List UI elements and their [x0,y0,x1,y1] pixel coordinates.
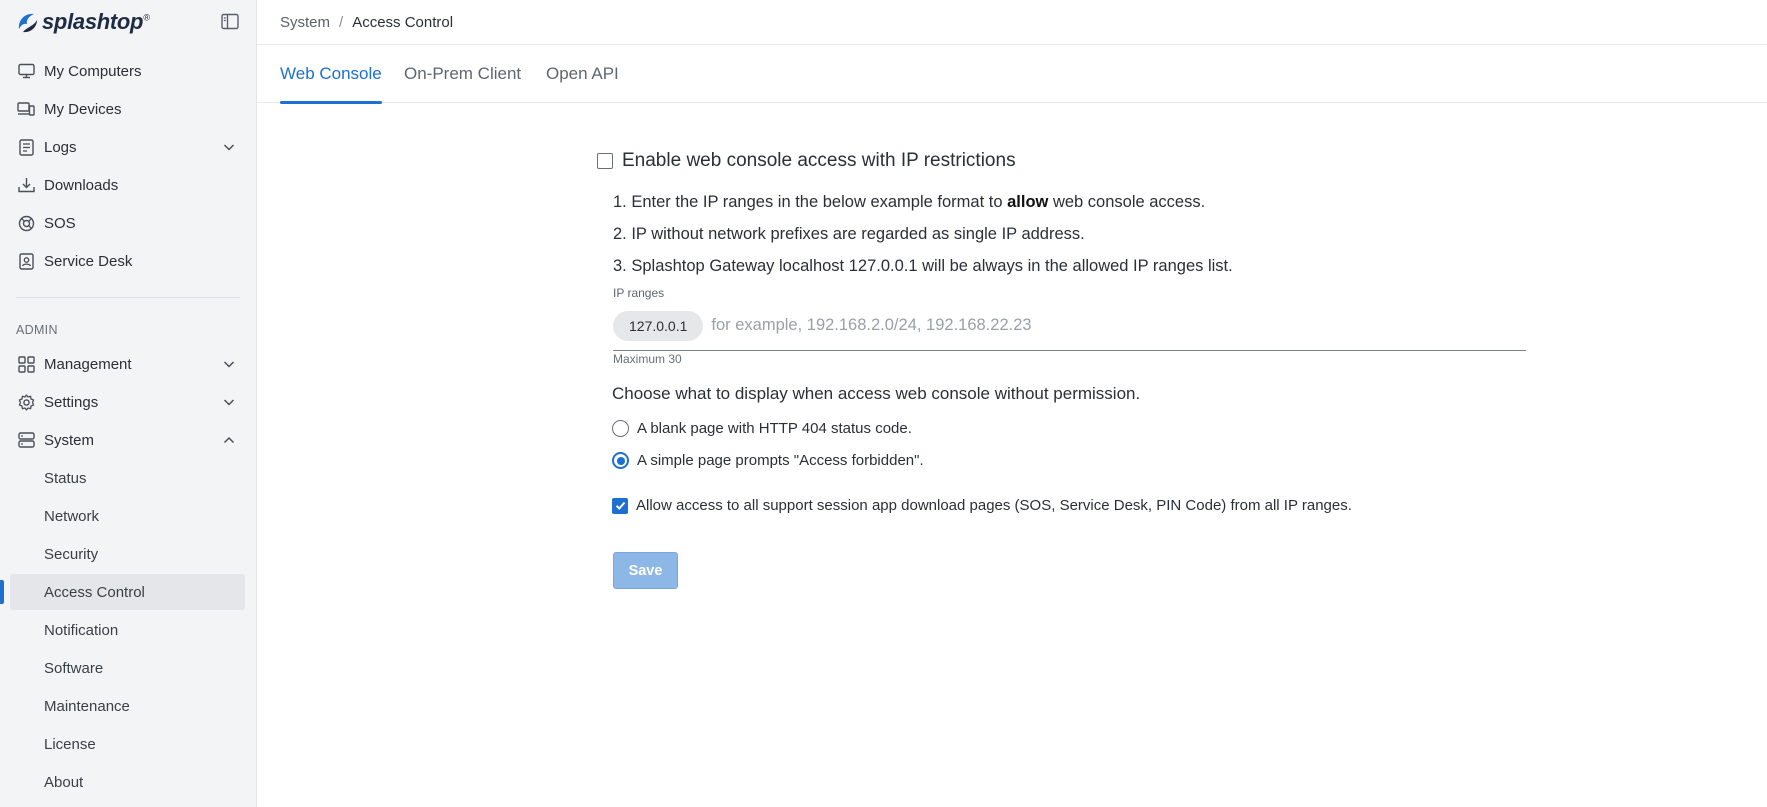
sidebar-item-label: Logs [44,138,77,156]
sidebar-item-label: My Computers [44,62,142,80]
save-button[interactable]: Save [613,552,678,589]
sidebar-subitem-label: Maintenance [44,697,130,715]
enable-ip-restriction-label: Enable web console access with IP restri… [622,150,1016,171]
sidebar-subitem-label: Notification [44,621,119,639]
sidebar-subitem-network[interactable]: Network [10,498,245,534]
ip-ranges-label: IP ranges [613,286,665,300]
radio-button[interactable] [612,452,629,469]
sidebar-subitem-label: Status [44,469,87,487]
sidebar-item-label: My Devices [44,100,122,118]
radio-button[interactable] [612,420,629,437]
breadcrumb: System / Access Control [257,0,1767,45]
sidebar-subitem-license[interactable]: License [10,726,245,762]
sidebar-item-my-devices[interactable]: My Devices [10,91,245,127]
radio-blank-404[interactable]: A blank page with HTTP 404 status code. [612,420,912,437]
server-icon [17,431,35,449]
rule-2: 2. IP without network prefixes are regar… [613,225,1085,243]
rule-1-emphasis: allow [1007,193,1049,211]
sidebar-subitem-software[interactable]: Software [10,650,245,686]
tab-open-api[interactable]: Open API [546,45,619,103]
sidebar-item-label: Settings [44,393,99,411]
sidebar-subitem-notification[interactable]: Notification [10,612,245,648]
radio-label: A simple page prompts "Access forbidden"… [637,452,924,469]
sidebar-item-downloads[interactable]: Downloads [10,167,245,203]
sidebar-subitem-security[interactable]: Security [10,536,245,572]
admin-section-label: ADMIN [16,323,58,337]
tab-on-prem-client[interactable]: On-Prem Client [404,45,521,103]
tab-web-console[interactable]: Web Console [280,45,382,104]
sidebar-subitem-access-control[interactable]: Access Control [10,574,245,610]
sidebar-subitem-label: Software [44,659,104,677]
sidebar-item-settings[interactable]: Settings [10,384,245,420]
breadcrumb-current: Access Control [352,13,454,31]
sidebar-subitem-label: About [44,773,84,791]
service-desk-icon [17,252,35,270]
sidebar-subitem-label: Network [44,507,100,525]
download-icon [17,176,35,194]
log-icon [17,138,35,156]
sidebar-subitem-status[interactable]: Status [10,460,245,496]
chevron-up-icon [223,436,235,444]
sidebar: splashtop® My Computers My Devices Logs … [0,0,257,807]
chevron-down-icon [223,361,235,368]
sidebar-item-system[interactable]: System [10,422,245,458]
sidebar-item-my-computers[interactable]: My Computers [10,53,245,89]
sidebar-item-logs[interactable]: Logs [10,129,245,165]
checkmark-icon [615,501,625,510]
sidebar-item-label: SOS [44,214,76,232]
sidebar-item-management[interactable]: Management [10,346,245,382]
sidebar-divider [16,297,240,298]
allow-download-pages-row[interactable]: Allow access to all support session app … [612,497,1352,514]
devices-icon [17,100,35,118]
tab-bar: Web Console On-Prem Client Open API [257,45,1767,104]
sidebar-subitem-about[interactable]: About [10,764,245,800]
sidebar-item-sos[interactable]: SOS [10,205,245,241]
sidebar-subitem-maintenance[interactable]: Maintenance [10,688,245,724]
radio-access-forbidden[interactable]: A simple page prompts "Access forbidden"… [612,452,924,469]
active-indicator [0,580,4,604]
rule-1-text-end: web console access. [1048,193,1206,211]
chevron-down-icon [223,399,235,406]
ip-ranges-input[interactable] [711,316,1312,335]
brand-logo[interactable]: splashtop® [14,9,150,35]
sidebar-item-label: Service Desk [44,252,133,270]
allow-download-pages-label: Allow access to all support session app … [636,497,1352,514]
collapse-sidebar-icon[interactable] [221,13,239,30]
grid-icon [17,355,35,373]
sidebar-item-service-desk[interactable]: Service Desk [10,243,245,279]
enable-ip-restriction-checkbox[interactable] [597,153,613,169]
rule-3: 3. Splashtop Gateway localhost 127.0.0.1… [613,257,1233,275]
ip-ranges-field[interactable]: 127.0.0.1 [613,307,1526,351]
gear-icon [17,393,35,411]
rule-1-text: 1. Enter the IP ranges in the below exam… [613,193,1008,211]
sidebar-subitem-label: License [44,735,96,753]
splashtop-logo-icon [18,13,37,33]
sidebar-subitem-label: Access Control [44,583,145,601]
brand-registered: ® [143,12,150,23]
choose-display-label: Choose what to display when access web c… [612,384,1141,403]
radio-label: A blank page with HTTP 404 status code. [637,420,912,437]
sidebar-item-label: Downloads [44,176,119,194]
breadcrumb-separator: / [339,13,344,31]
web-console-panel: Enable web console access with IP restri… [257,103,1767,807]
enable-ip-restriction-row[interactable]: Enable web console access with IP restri… [597,150,1016,172]
brand-name: splashtop [42,9,144,34]
sidebar-subitem-label: Security [44,545,99,563]
monitor-icon [17,62,35,80]
ip-ranges-helper-text: Maximum 30 [613,352,682,366]
chevron-down-icon [223,144,235,151]
rule-1: 1. Enter the IP ranges in the below exam… [613,193,1205,212]
ip-chip[interactable]: 127.0.0.1 [613,310,704,341]
sidebar-item-label: Management [44,355,132,373]
allow-download-pages-checkbox[interactable] [612,497,628,514]
sos-icon [17,214,35,232]
breadcrumb-system-link[interactable]: System [280,14,330,31]
sidebar-item-label: System [44,431,95,449]
